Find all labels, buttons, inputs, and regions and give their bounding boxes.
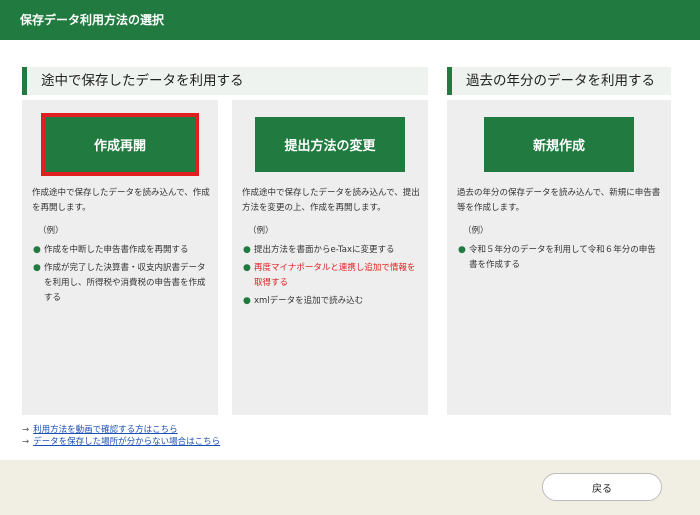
example-text: 令和５年分のデータを利用して令和６年分の申告書を作成する xyxy=(469,245,656,270)
resume-button[interactable]: 作成再開 xyxy=(41,113,199,176)
bullet-icon: ● xyxy=(243,263,251,273)
card-change-method: 提出方法の変更 作成途中で保存したデータを読み込んで、提出方法を変更の上、作成を… xyxy=(232,100,428,415)
change-method-button[interactable]: 提出方法の変更 xyxy=(255,117,405,172)
example-list: ● 提出方法を書面からe-Taxに変更する ● 再度マイナポータルと連携し追加で情報… xyxy=(242,243,420,309)
example-text: 提出方法を書面からe-Taxに変更する xyxy=(254,245,395,255)
back-button[interactable]: 戻る xyxy=(542,473,662,501)
section-title-resume: 途中で保存したデータを利用する xyxy=(22,67,428,95)
link-row: → 利用方法を動画で確認する方はこちら xyxy=(22,424,220,436)
video-help-link[interactable]: 利用方法を動画で確認する方はこちら xyxy=(33,425,178,435)
section-title-past: 過去の年分のデータを利用する xyxy=(447,67,671,95)
page-header: 保存データ利用方法の選択 xyxy=(0,0,700,40)
description-text: 作成途中で保存したデータを読み込んで、提出方法を変更の上、作成を再開します。 xyxy=(242,188,420,213)
example-label: （例） xyxy=(38,226,64,236)
example-text: 再度マイナポータルと連携し追加で情報を取得する xyxy=(254,263,416,288)
list-item: ● 再度マイナポータルと連携し追加で情報を取得する xyxy=(242,261,420,291)
card-description: 作成途中で保存したデータを読み込んで、作成を再開します。 （例） ● 作成を中断し… xyxy=(32,186,210,309)
description-text: 過去の年分の保存データを読み込んで、新規に申告書等を作成します。 xyxy=(457,188,661,213)
card-new: 新規作成 過去の年分の保存データを読み込んで、新規に申告書等を作成します。 （例… xyxy=(447,100,671,415)
example-text: 作成を中断した申告書作成を再開する xyxy=(44,245,189,255)
bullet-icon: ● xyxy=(33,263,41,273)
help-links: → 利用方法を動画で確認する方はこちら → データを保存した場所が分からない場合はこ… xyxy=(22,424,220,448)
example-list: ● 作成を中断した申告書作成を再開する ● 作成が完了した決算書・収支内訳書データを… xyxy=(32,243,210,306)
example-list: ● 令和５年分のデータを利用して令和６年分の申告書を作成する xyxy=(457,243,663,273)
list-item: ● 令和５年分のデータを利用して令和６年分の申告書を作成する xyxy=(457,243,663,273)
bullet-icon: ● xyxy=(33,245,41,255)
example-label: （例） xyxy=(463,226,489,236)
bullet-icon: ● xyxy=(243,296,251,306)
example-text: xmlデータを追加で読み込む xyxy=(254,296,364,306)
arrow-right-icon: → xyxy=(22,425,30,435)
example-label: （例） xyxy=(248,226,274,236)
example-text: 作成が完了した決算書・収支内訳書データを利用し、所得税や消費税の申告書を作成する xyxy=(44,263,206,303)
card-description: 過去の年分の保存データを読み込んで、新規に申告書等を作成します。 （例） ● 令和… xyxy=(457,186,663,276)
list-item: ● 作成を中断した申告書作成を再開する xyxy=(32,243,210,258)
card-description: 作成途中で保存したデータを読み込んで、提出方法を変更の上、作成を再開します。 （… xyxy=(242,186,420,312)
list-item: ● 提出方法を書面からe-Taxに変更する xyxy=(242,243,420,258)
list-item: ● xmlデータを追加で読み込む xyxy=(242,294,420,309)
card-resume: 作成再開 作成途中で保存したデータを読み込んで、作成を再開します。 （例） ● 作… xyxy=(22,100,218,415)
page-title: 保存データ利用方法の選択 xyxy=(20,13,165,27)
save-location-help-link[interactable]: データを保存した場所が分からない場合はこちら xyxy=(33,437,220,447)
new-create-button[interactable]: 新規作成 xyxy=(484,117,634,172)
arrow-right-icon: → xyxy=(22,437,30,447)
link-row: → データを保存した場所が分からない場合はこちら xyxy=(22,436,220,448)
description-text: 作成途中で保存したデータを読み込んで、作成を再開します。 xyxy=(32,188,210,213)
bullet-icon: ● xyxy=(458,245,466,255)
bullet-icon: ● xyxy=(243,245,251,255)
list-item: ● 作成が完了した決算書・収支内訳書データを利用し、所得税や消費税の申告書を作成す… xyxy=(32,261,210,306)
